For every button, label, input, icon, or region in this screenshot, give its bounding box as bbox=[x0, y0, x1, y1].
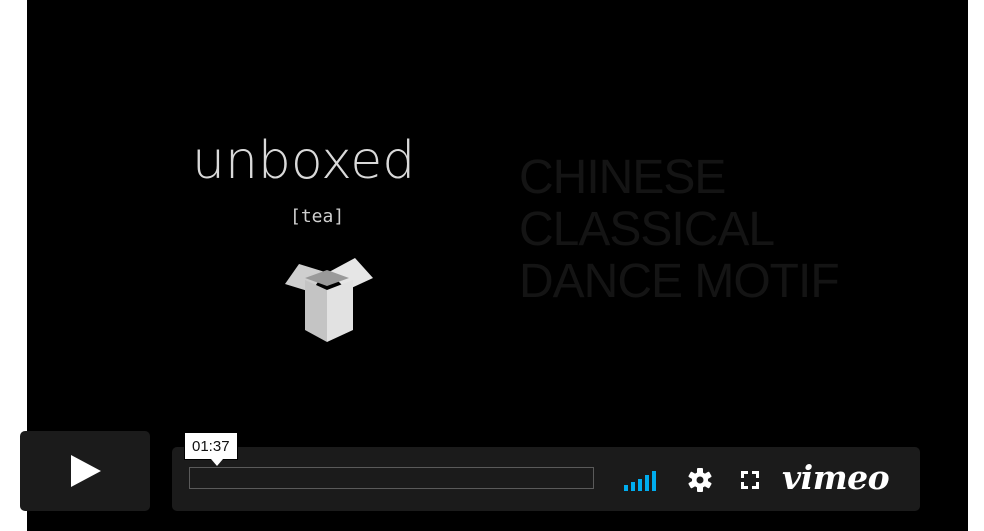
fullscreen-icon[interactable] bbox=[739, 469, 761, 491]
progress-bar[interactable] bbox=[189, 467, 594, 489]
vimeo-logo[interactable]: vimeo bbox=[782, 458, 890, 498]
play-icon bbox=[71, 455, 101, 487]
volume-bars-icon[interactable] bbox=[624, 469, 668, 491]
control-bar: vimeo bbox=[172, 447, 920, 511]
logo-text: unboxed bbox=[192, 131, 416, 191]
title-line: CLASSICAL bbox=[519, 203, 775, 256]
timestamp-tooltip: 01:37 bbox=[184, 432, 238, 466]
title-line: CHINESE bbox=[519, 151, 726, 204]
logo-subtext: [tea] bbox=[290, 206, 345, 227]
open-box-icon bbox=[285, 258, 373, 342]
video-title: CHINESE CLASSICAL DANCE MOTIF bbox=[519, 151, 840, 308]
play-button[interactable] bbox=[20, 431, 150, 511]
gear-icon[interactable] bbox=[687, 467, 713, 493]
title-line: DANCE MOTIF bbox=[519, 255, 840, 308]
